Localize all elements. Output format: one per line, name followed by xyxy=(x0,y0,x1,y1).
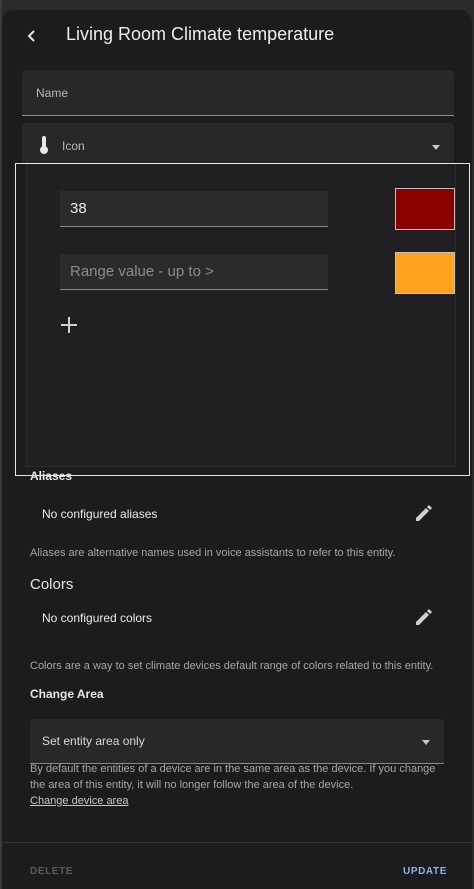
colors-help-text: Colors are a way to set climate devices … xyxy=(30,660,434,672)
back-button[interactable] xyxy=(16,20,48,52)
area-select-label: Set entity area only xyxy=(42,734,145,748)
entity-settings-dialog: Living Room Climate temperature Name Ico… xyxy=(2,10,472,889)
update-button[interactable]: UPDATE xyxy=(403,866,447,877)
name-field-label: Name xyxy=(36,86,69,100)
color-range-panel: 38 Range value - up to > xyxy=(15,163,470,476)
delete-button[interactable]: DELETE xyxy=(30,866,73,877)
dropdown-arrow-icon xyxy=(422,740,430,745)
add-range-plus-icon[interactable] xyxy=(58,314,80,336)
aliases-title: Aliases xyxy=(30,469,73,483)
color-range-list: 38 Range value - up to > xyxy=(26,164,456,467)
aliases-help-text: Aliases are alternative names used in vo… xyxy=(30,547,396,559)
range-value-input-2[interactable]: Range value - up to > xyxy=(60,254,328,290)
colors-title: Colors xyxy=(30,576,74,593)
name-field[interactable]: Name xyxy=(22,70,454,116)
area-help-body: By default the entities of a device are … xyxy=(30,763,436,791)
change-area-title: Change Area xyxy=(30,687,104,701)
area-select[interactable]: Set entity area only xyxy=(30,719,444,764)
colors-empty-text: No configured colors xyxy=(42,611,153,625)
edit-colors-pencil-icon[interactable] xyxy=(412,607,434,629)
edit-aliases-pencil-icon[interactable] xyxy=(412,503,434,525)
dropdown-arrow-icon xyxy=(432,145,440,150)
chevron-left-icon xyxy=(27,30,35,42)
icon-field-label: Icon xyxy=(62,139,85,153)
change-device-area-link[interactable]: Change device area xyxy=(30,795,128,807)
thermometer-icon xyxy=(40,136,48,154)
footer-divider xyxy=(2,842,472,843)
range-color-swatch-1[interactable] xyxy=(395,188,455,230)
area-help-text: By default the entities of a device are … xyxy=(30,761,450,809)
dialog-title: Living Room Climate temperature xyxy=(66,24,335,44)
aliases-empty-text: No configured aliases xyxy=(42,507,158,521)
dialog-header: Living Room Climate temperature xyxy=(2,10,472,60)
range-color-swatch-2[interactable] xyxy=(395,252,455,294)
range-value-input-1[interactable]: 38 xyxy=(60,191,328,227)
